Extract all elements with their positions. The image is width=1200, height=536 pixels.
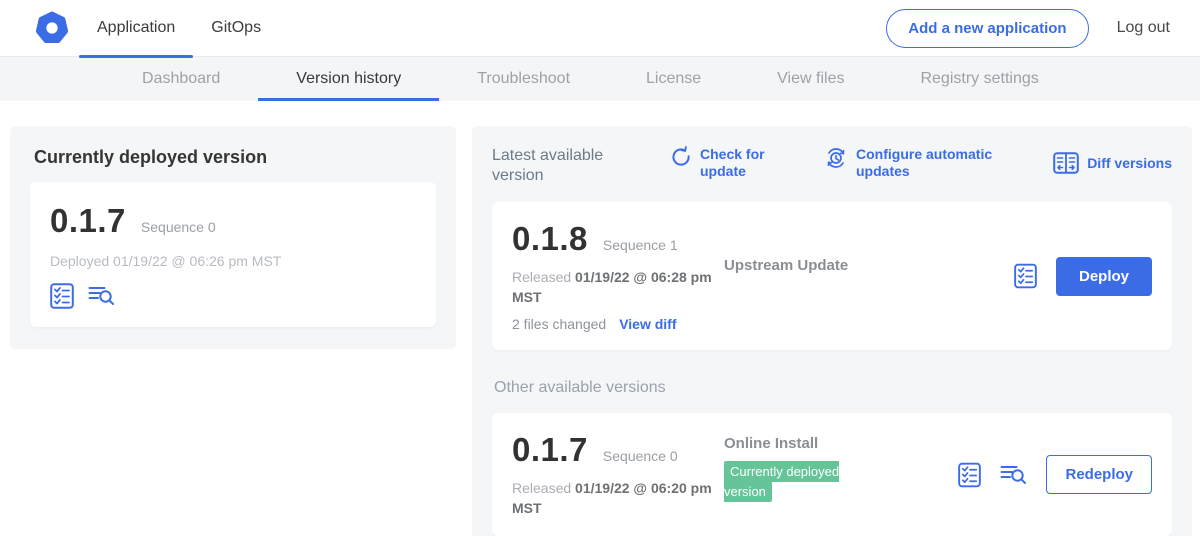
deployed-timestamp: Deployed 01/19/22 @ 06:26 pm MST: [50, 253, 416, 269]
other-source-column: Online Install Currently deployed versio…: [724, 435, 892, 518]
other-available-versions-title: Other available versions: [494, 379, 1172, 397]
subnav-item-license[interactable]: License: [608, 57, 739, 101]
add-new-application-button[interactable]: Add a new application: [886, 9, 1088, 48]
deployed-version-card: 0.1.7 Sequence 0 Deployed 01/19/22 @ 06:…: [30, 182, 436, 327]
configure-automatic-updates-link[interactable]: Configure automatic updates: [824, 146, 1008, 179]
latest-actions: Deploy: [1014, 220, 1152, 332]
diff-versions-link[interactable]: Diff versions: [1053, 152, 1172, 174]
currently-deployed-badge: Currently deployed version: [724, 461, 839, 502]
other-released-timestamp: Released 01/19/22 @ 06:20 pm MST: [512, 479, 712, 518]
app-logo-icon: [35, 11, 69, 45]
deployed-actions: [50, 283, 416, 309]
redeploy-button[interactable]: Redeploy: [1046, 455, 1152, 494]
version-row: 0.1.7 Sequence 0: [50, 202, 416, 240]
latest-available-title: Latest available version: [492, 146, 624, 186]
files-changed-label: 2 files changed: [512, 316, 606, 332]
subnav-item-dashboard[interactable]: Dashboard: [104, 57, 258, 101]
main-content: Currently deployed version 0.1.7 Sequenc…: [0, 101, 1200, 536]
preflight-checklist-icon[interactable]: [50, 283, 74, 309]
currently-deployed-panel: Currently deployed version 0.1.7 Sequenc…: [10, 126, 456, 349]
diff-icon: [1053, 152, 1079, 174]
latest-version-card: 0.1.8 Sequence 1 Released 01/19/22 @ 06:…: [492, 202, 1172, 350]
preflight-checklist-icon[interactable]: [1014, 263, 1037, 289]
subnav-item-registry-settings[interactable]: Registry settings: [882, 57, 1076, 101]
topnav-right: Add a new application Log out: [886, 9, 1170, 48]
view-diff-link[interactable]: View diff: [619, 316, 676, 332]
latest-version-number: 0.1.8: [512, 220, 588, 258]
view-logs-icon[interactable]: [1000, 463, 1027, 487]
other-version-number: 0.1.7: [512, 431, 588, 469]
other-version-card: 0.1.7 Sequence 0 Released 01/19/22 @ 06:…: [492, 413, 1172, 536]
deploy-button[interactable]: Deploy: [1056, 257, 1152, 296]
refresh-icon: [670, 146, 692, 168]
other-source-label: Online Install: [724, 435, 892, 452]
view-logs-icon[interactable]: [88, 284, 115, 308]
other-actions: Redeploy: [958, 431, 1152, 518]
top-navbar: Application GitOps Add a new application…: [0, 0, 1200, 57]
available-header: Latest available version Check for updat…: [492, 146, 1172, 186]
auto-update-clock-icon: [824, 146, 848, 170]
latest-version-info: 0.1.8 Sequence 1 Released 01/19/22 @ 06:…: [512, 220, 724, 332]
subnav-item-version-history[interactable]: Version history: [258, 57, 439, 101]
other-sequence-label: Sequence 0: [603, 448, 678, 464]
app-subnav: Dashboard Version history Troubleshoot L…: [0, 57, 1200, 101]
deployed-version-number: 0.1.7: [50, 202, 126, 240]
topnav-tabs: Application GitOps: [79, 0, 279, 57]
preflight-checklist-icon[interactable]: [958, 462, 981, 488]
other-version-info: 0.1.7 Sequence 0 Released 01/19/22 @ 06:…: [512, 431, 724, 518]
subnav-item-view-files[interactable]: View files: [739, 57, 882, 101]
latest-released-timestamp: Released 01/19/22 @ 06:28 pm MST: [512, 268, 712, 307]
latest-source-label: Upstream Update: [724, 257, 848, 332]
latest-sequence-label: Sequence 1: [603, 237, 678, 253]
tab-application[interactable]: Application: [79, 0, 193, 57]
available-versions-panel: Latest available version Check for updat…: [472, 126, 1192, 536]
check-for-update-link[interactable]: Check for update: [670, 146, 770, 179]
subnav-item-troubleshoot[interactable]: Troubleshoot: [439, 57, 608, 101]
logout-link[interactable]: Log out: [1117, 19, 1170, 37]
deployed-sequence-label: Sequence 0: [141, 219, 216, 235]
tab-gitops[interactable]: GitOps: [193, 0, 279, 57]
currently-deployed-title: Currently deployed version: [34, 147, 436, 168]
